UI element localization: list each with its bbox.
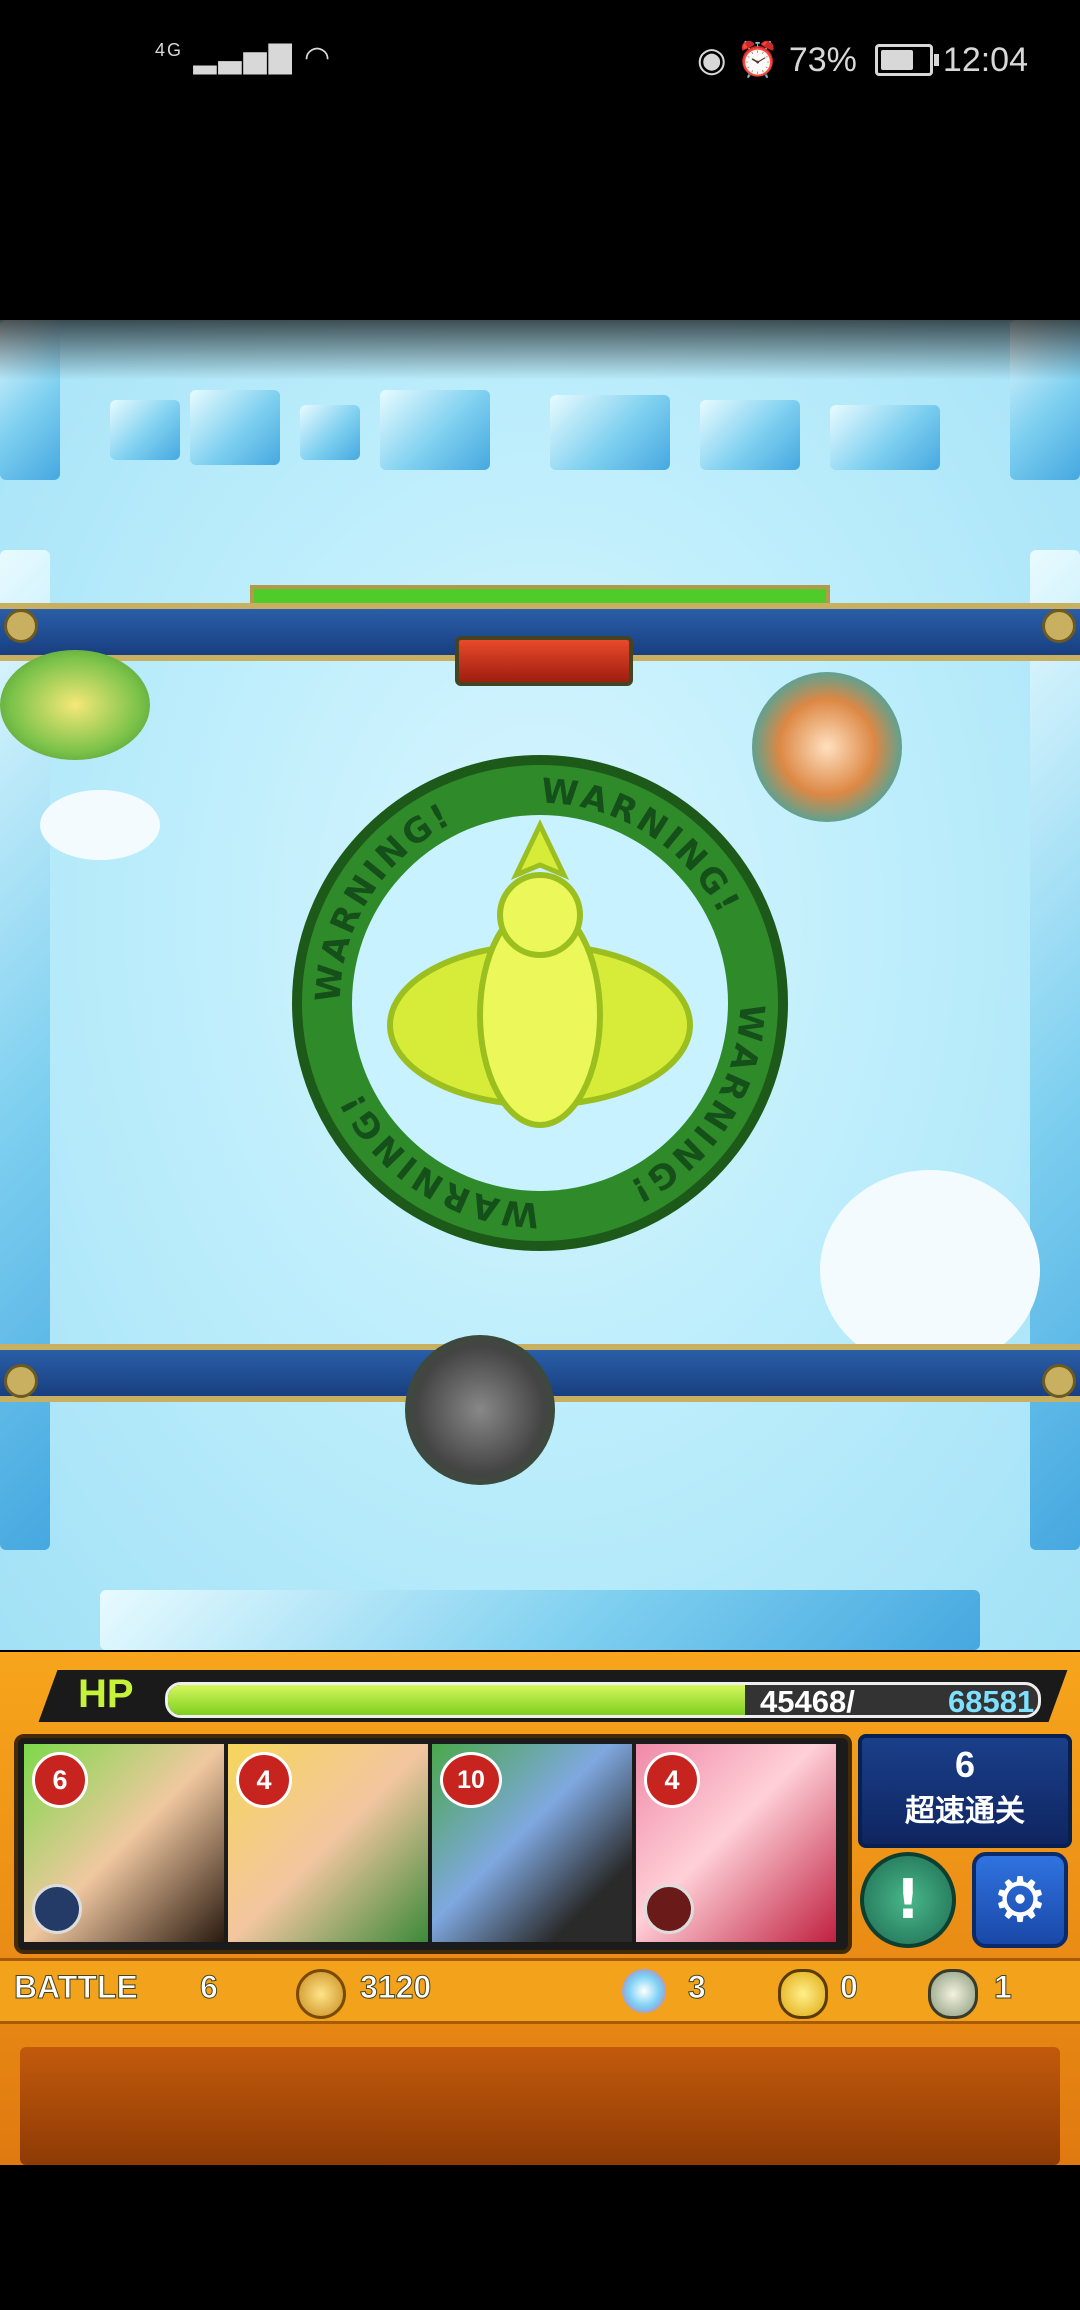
ice-crystal: [190, 390, 280, 465]
network-type: 4G: [155, 40, 184, 60]
egg-icon: [928, 1969, 978, 2019]
speed-clear-panel: 6 超速通关: [858, 1734, 1072, 1848]
wifi-icon: ◠: [304, 41, 333, 74]
battery-icon: [874, 44, 939, 76]
ice-crystal: [300, 405, 360, 460]
ice-crystal: [830, 405, 940, 470]
orb-icon: [622, 1969, 666, 2013]
orb-count: 3: [688, 1969, 707, 2006]
signal-icon: ▂▃▅▇: [193, 41, 294, 74]
alarm-icon: ⏰: [736, 41, 779, 79]
boss-gauge: [455, 636, 633, 686]
ice-crystal: [700, 400, 800, 470]
bolt-icon: [4, 609, 38, 643]
warning-ring-text: WARNING! WARNING! WARNING! WARNING!: [308, 771, 769, 1235]
alert-button[interactable]: !: [860, 1852, 956, 1948]
gear-icon: ⚙: [992, 1863, 1048, 1936]
hp-max: 68581: [948, 1684, 1035, 1719]
team-card-4[interactable]: 4: [636, 1744, 836, 1942]
turn-counter: 4: [644, 1752, 700, 1808]
player-monster-ball[interactable]: [405, 1335, 555, 1485]
water-element-icon: [32, 1884, 82, 1934]
battle-number: 6: [200, 1969, 219, 2006]
fire-element-icon: [644, 1884, 694, 1934]
battle-label: BATTLE: [14, 1969, 139, 2006]
gold-egg-icon: [778, 1969, 828, 2019]
turn-counter: 4: [236, 1752, 292, 1808]
clock: 12:04: [942, 40, 1028, 79]
enemy-monster-left[interactable]: [0, 650, 150, 760]
egg-count: 1: [994, 1969, 1013, 2006]
bolt-icon: [4, 1364, 38, 1398]
status-bar: 4G ▂▃▅▇ ◠ ◉ ⏰ 73% 12:04: [0, 0, 1080, 125]
ice-crystal: [110, 400, 180, 460]
ice-crystal: [550, 395, 670, 470]
team-panel: 6 4 10 4: [14, 1734, 852, 1954]
battle-hud: HP 45468/ 68581 6 4 10 4 6 超速通关 ! ⚙ BATT…: [0, 1652, 1080, 2165]
bolt-icon: [1042, 609, 1076, 643]
battle-stats-bar: BATTLE 6 3120 3 0 1: [0, 1958, 1080, 2024]
team-card-1[interactable]: 6: [24, 1744, 224, 1942]
cloud: [40, 790, 160, 860]
hp-bar: [165, 1682, 1041, 1718]
status-right: ◉ ⏰ 73% 12:04: [697, 40, 1028, 80]
alert-icon: !: [895, 1868, 921, 1931]
team-card-3[interactable]: 10: [432, 1744, 632, 1942]
bolt-icon: [1042, 1364, 1076, 1398]
settings-button[interactable]: ⚙: [972, 1852, 1068, 1948]
warning-emblem: WARNING! WARNING! WARNING! WARNING!: [292, 755, 788, 1251]
turn-counter: 10: [440, 1752, 502, 1808]
eye-icon: ◉: [696, 41, 727, 79]
hp-label: HP: [78, 1672, 134, 1716]
hp-bar-fill: [168, 1685, 745, 1715]
battery-fill: [880, 50, 914, 70]
turn-counter: 6: [32, 1752, 88, 1808]
ice-crystal: [100, 1590, 980, 1650]
hud-floor-panel: [20, 2047, 1060, 2165]
ice-crystal: [380, 390, 490, 470]
gold-egg-count: 0: [840, 1969, 859, 2006]
signal-icons: 4G ▂▃▅▇ ◠: [155, 40, 332, 75]
coin-icon: [296, 1969, 346, 2019]
hp-current: 45468/: [760, 1684, 855, 1719]
speed-clear-label: 超速通关: [905, 1794, 1025, 1829]
battery-percent: 73%: [788, 40, 857, 79]
top-fade: [0, 290, 1080, 380]
speed-clear-number: 6: [954, 1744, 976, 1785]
coin-count: 3120: [359, 1969, 432, 2006]
team-card-2[interactable]: 4: [228, 1744, 428, 1942]
frame-accent: [250, 585, 830, 605]
bird-icon: [387, 819, 693, 1128]
